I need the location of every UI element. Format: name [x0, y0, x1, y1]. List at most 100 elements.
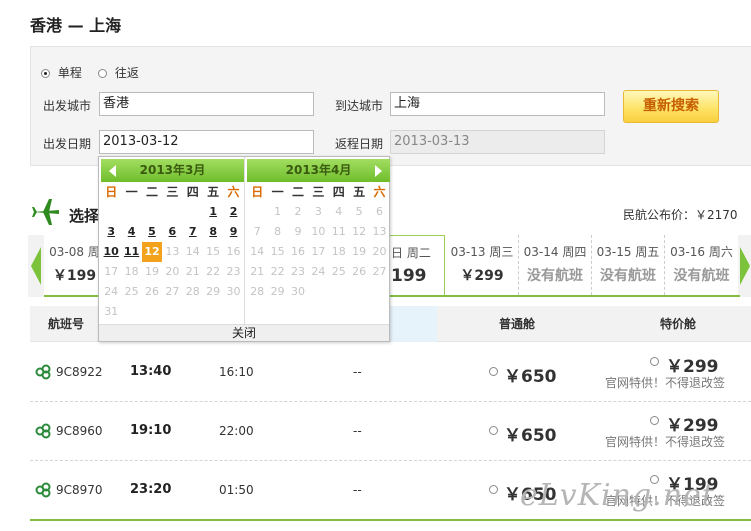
- special-radio[interactable]: [650, 357, 659, 366]
- weekday-label: 五: [207, 185, 220, 199]
- depart-date-input[interactable]: 2013-03-12: [99, 130, 314, 154]
- date-tab[interactable]: 03-08 周 ￥199: [46, 235, 104, 295]
- calendar-day[interactable]: 11: [121, 242, 141, 262]
- fare-note: 官网特供！不得退改签: [605, 435, 726, 449]
- calendar-day: 20: [165, 265, 180, 278]
- calendar-day[interactable]: 8: [203, 222, 223, 242]
- calendar-day: 18: [331, 245, 346, 258]
- calendar-day[interactable]: 4: [121, 222, 141, 242]
- date-tab-date: 03-08 周: [49, 245, 100, 259]
- weekday-label: 日: [105, 185, 118, 199]
- table-row: 9C8960 19:10 22:00 -- ￥650 ￥299 官网特供！不得退…: [30, 402, 751, 461]
- calendar-day: 30: [290, 285, 305, 298]
- calendar-day[interactable]: 10: [101, 242, 121, 262]
- calendar-day: 22: [206, 265, 221, 278]
- prev-month-icon[interactable]: [109, 165, 116, 177]
- header-special[interactable]: 特价舱: [660, 306, 696, 342]
- calendar-day: 19: [144, 265, 159, 278]
- weekday-label: 三: [312, 185, 325, 199]
- header-highlight: [386, 306, 437, 342]
- calendar-day: 30: [226, 285, 241, 298]
- plane-icon: [32, 199, 59, 225]
- calendar-day: 12: [352, 225, 367, 238]
- calendar-day-selected[interactable]: 12: [141, 242, 163, 262]
- calendar-day[interactable]: 5: [142, 222, 162, 242]
- trip-type-oneway[interactable]: 单程: [41, 64, 82, 81]
- calendar-month-header: 2013年4月: [247, 159, 390, 182]
- calendar-day: 1: [274, 205, 282, 218]
- calendar-day: 13: [372, 225, 387, 238]
- calendar-day[interactable]: 6: [162, 222, 182, 242]
- weekday-label: 六: [373, 185, 386, 199]
- weekday-label: 五: [353, 185, 366, 199]
- calendar-day: 16: [290, 245, 305, 258]
- special-radio[interactable]: [650, 416, 659, 425]
- flight-number: 9C8960: [56, 424, 103, 438]
- arrive-time: 16:10: [219, 365, 254, 379]
- calendar-day[interactable]: 1: [203, 202, 223, 222]
- depart-date-label: 出发日期: [43, 137, 92, 151]
- calendar-day: 4: [335, 205, 343, 218]
- next-month-icon[interactable]: [375, 165, 382, 177]
- date-tab-active[interactable]: 日 周二 199: [388, 235, 445, 297]
- to-city-label: 到达城市: [335, 99, 384, 113]
- roundtrip-radio[interactable]: [98, 69, 107, 78]
- watermark: eLvKing.net: [520, 478, 715, 513]
- to-city-input[interactable]: 上海: [390, 92, 605, 116]
- table-row: 9C8922 13:40 16:10 -- ￥650 ￥299 官网特供！不得退…: [30, 343, 751, 402]
- from-city-input[interactable]: 香港: [99, 92, 314, 116]
- search-again-button[interactable]: 重新搜索: [623, 90, 719, 123]
- calendar-day: 23: [290, 265, 305, 278]
- calendar-day: 3: [314, 205, 322, 218]
- weekday-label: 四: [332, 185, 345, 199]
- divider: [30, 519, 751, 521]
- calendar-day: 21: [185, 265, 200, 278]
- calendar-day: 23: [226, 265, 241, 278]
- calendar-blank: [121, 202, 141, 222]
- economy-radio[interactable]: [489, 426, 498, 435]
- calendar-day: 27: [165, 285, 180, 298]
- calendar-day: 16: [226, 245, 241, 258]
- economy-radio[interactable]: [489, 367, 498, 376]
- date-tab[interactable]: 03-15 周五 没有航班: [592, 235, 665, 295]
- calendar-day: 11: [331, 225, 346, 238]
- economy-radio[interactable]: [489, 485, 498, 494]
- date-tab-price: ￥299: [460, 268, 504, 284]
- weekday-label: 日: [251, 185, 264, 199]
- calendar-days: 1 2 3 4 5 6 7 8 9 10 11 12 13 14 15 16 17 18 19 20 21 22 23 24 2…: [101, 202, 244, 322]
- calendar-day: 13: [165, 245, 180, 258]
- calendar-day: 24: [104, 285, 119, 298]
- date-tab[interactable]: 03-14 周四 没有航班: [519, 235, 592, 295]
- weekday-label: 四: [186, 185, 199, 199]
- economy-price: ￥650: [504, 426, 557, 446]
- calendar-month-title: 2013年3月: [139, 163, 206, 177]
- return-date-input[interactable]: 2013-03-13: [390, 130, 605, 154]
- calendar-day[interactable]: 3: [101, 222, 121, 242]
- date-tab[interactable]: 03-13 周三 ￥299: [446, 235, 519, 295]
- arrive-time: 01:50: [219, 483, 254, 497]
- date-next-button[interactable]: [738, 235, 751, 297]
- calendar-close-button[interactable]: 关闭: [99, 324, 389, 341]
- stopover: --: [353, 483, 362, 497]
- from-city-label: 出发城市: [43, 99, 92, 113]
- calendar-day[interactable]: 7: [183, 222, 203, 242]
- calendar-day: 29: [206, 285, 221, 298]
- calendar-month-title: 2013年4月: [285, 163, 352, 177]
- calendar-day[interactable]: 2: [223, 202, 243, 222]
- airline-logo-icon: [35, 482, 51, 498]
- trip-type-roundtrip[interactable]: 往返: [98, 64, 139, 81]
- economy-price: ￥650: [504, 367, 557, 387]
- date-tab-price: 没有航班: [527, 268, 583, 284]
- fare-note: 官网特供！不得退改签: [605, 376, 726, 390]
- date-tab[interactable]: 03-16 周六 没有航班: [665, 235, 738, 295]
- calendar-day[interactable]: 9: [223, 222, 243, 242]
- calendar-day: 14: [185, 245, 200, 258]
- oneway-radio[interactable]: [41, 69, 50, 78]
- calendar-day: 28: [185, 285, 200, 298]
- weekday-label: 二: [145, 185, 158, 199]
- date-tab-date: 03-13 周三: [450, 245, 514, 259]
- header-economy[interactable]: 普通舱: [499, 306, 535, 342]
- date-prev-button[interactable]: [28, 235, 44, 297]
- calendar-days: 1 2 3 4 5 6 7 8 9 10 11 12 13 14 15 16 17 18 19 20 21 22 23 24 2…: [247, 202, 390, 302]
- calendar-day: 7: [253, 225, 261, 238]
